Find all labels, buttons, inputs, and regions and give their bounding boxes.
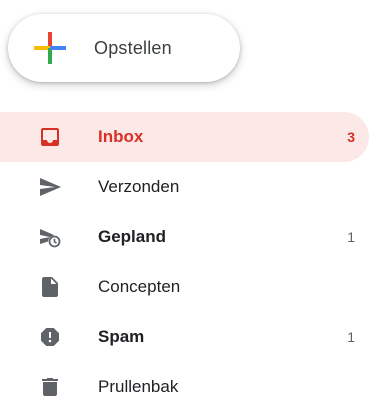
- nav-item-label: Gepland: [98, 227, 167, 246]
- nav-item-inbox[interactable]: Inbox 3: [0, 112, 369, 162]
- unread-count: 1: [347, 229, 355, 245]
- nav-item-label: Spam: [98, 327, 145, 346]
- mail-sidebar: Opstellen Inbox 3 Verzonden Gepland 1 Co…: [0, 0, 369, 404]
- folder-nav: Inbox 3 Verzonden Gepland 1 Concepten Sp…: [0, 112, 369, 404]
- nav-item-scheduled[interactable]: Gepland 1: [0, 212, 369, 262]
- inbox-icon: [41, 128, 59, 146]
- scheduled-send-icon: [40, 229, 61, 248]
- compose-button[interactable]: Opstellen: [8, 14, 240, 82]
- nav-item-spam[interactable]: Spam 1: [0, 312, 369, 362]
- spam-icon: [41, 328, 59, 346]
- nav-item-trash[interactable]: Prullenbak: [0, 362, 369, 404]
- unread-count: 3: [347, 129, 355, 145]
- compose-label: Opstellen: [94, 37, 172, 58]
- trash-icon: [42, 378, 58, 396]
- send-icon: [40, 178, 61, 196]
- nav-item-label: Verzonden: [98, 177, 180, 196]
- draft-icon: [42, 277, 58, 297]
- plus-icon: [34, 32, 66, 64]
- nav-item-label: Concepten: [98, 277, 181, 296]
- unread-count: 1: [347, 329, 355, 345]
- nav-item-label: Inbox: [98, 127, 144, 146]
- nav-item-sent[interactable]: Verzonden: [0, 162, 369, 212]
- nav-item-label: Prullenbak: [98, 377, 179, 396]
- nav-item-drafts[interactable]: Concepten: [0, 262, 369, 312]
